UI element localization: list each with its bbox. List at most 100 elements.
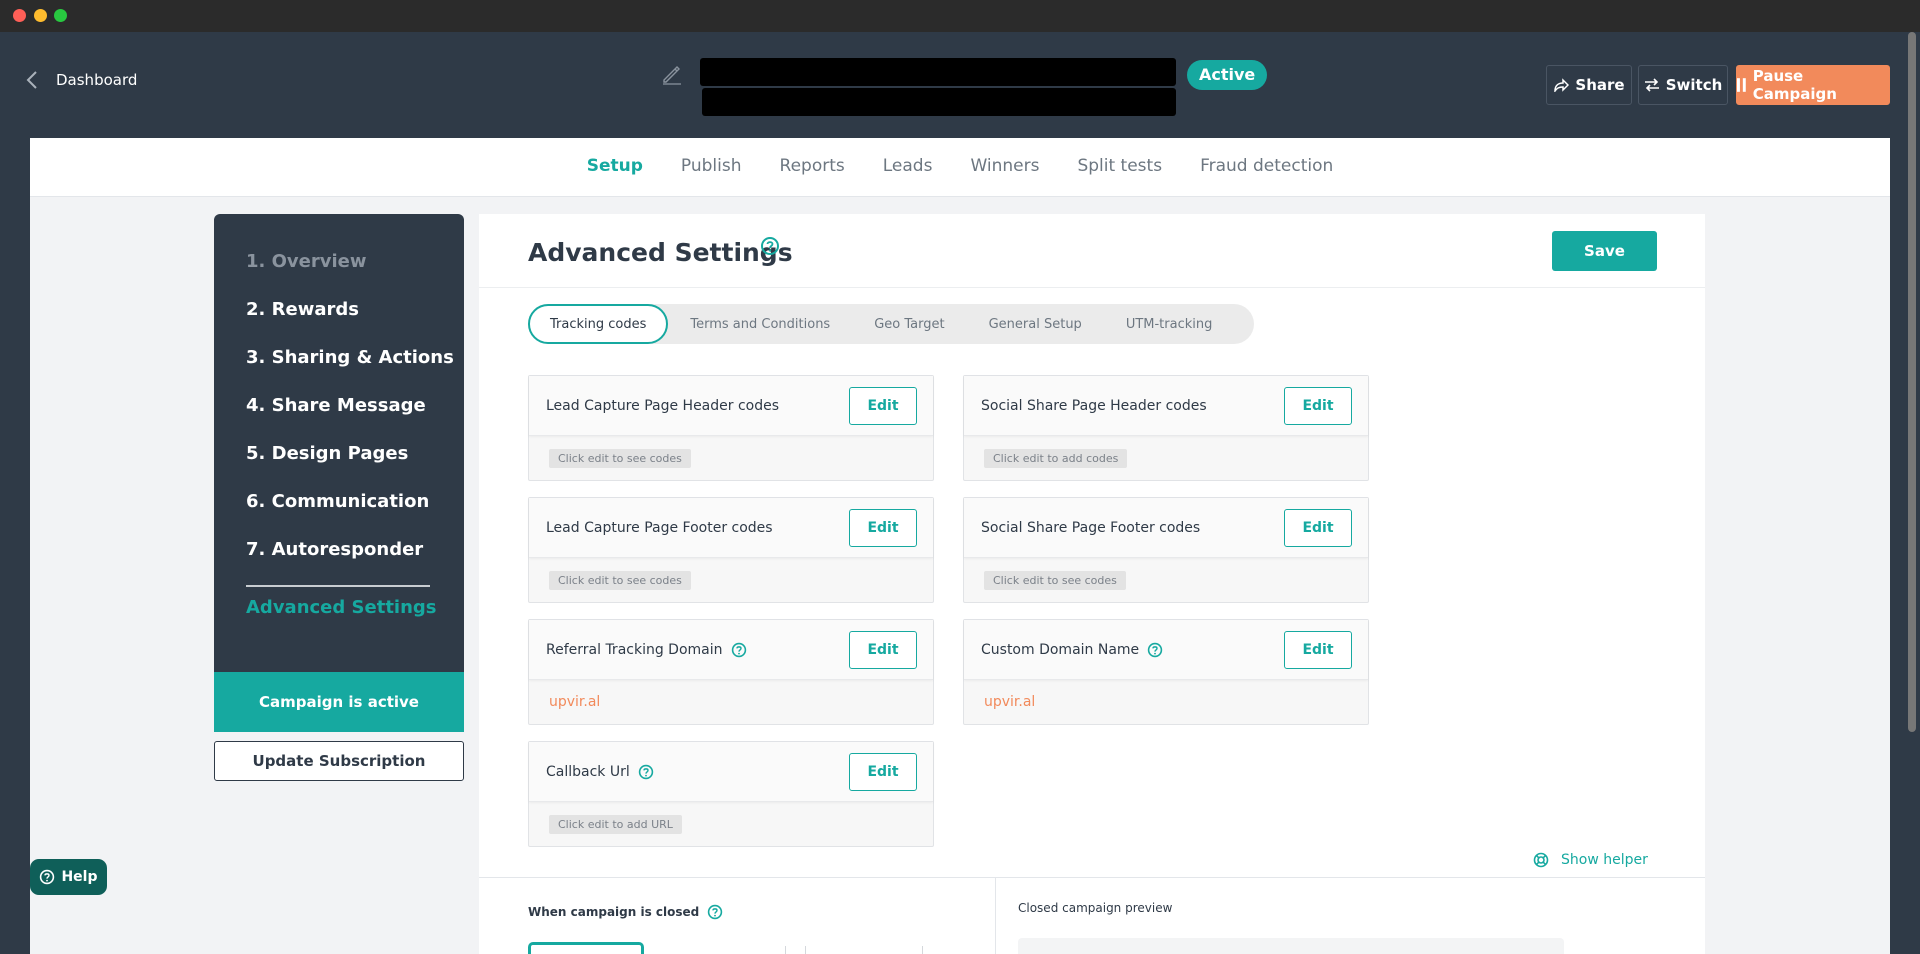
closed-campaign-label: When campaign is closed (528, 904, 723, 920)
sidebar-item-share-message[interactable]: 4. Share Message (246, 395, 426, 416)
option-separator (805, 946, 806, 954)
subtab-geo-target[interactable]: Geo Target (852, 317, 966, 332)
help-circle-icon[interactable] (638, 764, 654, 780)
sidebar-divider (246, 585, 430, 587)
campaign-name-redacted (700, 58, 1176, 86)
tab-publish[interactable]: Publish (681, 156, 742, 176)
card-value: Click edit to see codes (549, 570, 691, 590)
social-header-codes-card: Social Share Page Header codes Edit Clic… (963, 375, 1369, 481)
switch-button[interactable]: Switch (1638, 65, 1728, 105)
closed-campaign-text: When campaign is closed (528, 905, 700, 919)
edit-button[interactable]: Edit (1284, 509, 1352, 547)
back-label: Dashboard (56, 71, 138, 89)
subtab-utm-tracking[interactable]: UTM-tracking (1104, 317, 1235, 332)
tab-setup[interactable]: Setup (587, 156, 643, 176)
card-value: Click edit to add codes (984, 448, 1128, 468)
card-title: Lead Capture Page Footer codes (546, 519, 773, 536)
callback-url-card: Callback Url Edit Click edit to add URL (528, 741, 934, 847)
tab-leads[interactable]: Leads (883, 156, 933, 176)
card-value: upvir.al (984, 694, 1036, 710)
share-label: Share (1575, 76, 1625, 94)
pause-label: Pause Campaign (1752, 67, 1837, 103)
edit-button[interactable]: Edit (849, 753, 917, 791)
closed-option-selected[interactable] (528, 942, 644, 954)
advanced-settings-panel: Advanced Settings Save Tracking codes Te… (479, 214, 1705, 954)
column-divider (995, 877, 996, 954)
sidebar-item-design-pages[interactable]: 5. Design Pages (246, 443, 408, 464)
custom-domain-name-card: Custom Domain Name Edit upvir.al (963, 619, 1369, 725)
lead-footer-codes-card: Lead Capture Page Footer codes Edit Clic… (528, 497, 934, 603)
main-nav: Setup Publish Reports Leads Winners Spli… (30, 138, 1890, 197)
referral-tracking-domain-card: Referral Tracking Domain Edit upvir.al (528, 619, 934, 725)
page-title: Advanced Settings (528, 238, 793, 267)
card-value: Click edit to add URL (549, 814, 682, 834)
sidebar-item-autoresponder[interactable]: 7. Autoresponder (246, 539, 423, 560)
show-helper-link[interactable]: Show helper (1533, 852, 1648, 868)
show-helper-label: Show helper (1561, 852, 1648, 868)
share-icon (1554, 78, 1570, 92)
help-circle-icon (40, 869, 55, 885)
subtab-tracking-codes[interactable]: Tracking codes (528, 304, 669, 344)
subtab-terms-and-conditions[interactable]: Terms and Conditions (668, 317, 852, 332)
help-label: Help (61, 869, 98, 885)
help-circle-icon[interactable] (1147, 642, 1163, 658)
card-title: Referral Tracking Domain (546, 641, 723, 658)
save-button[interactable]: Save (1552, 231, 1657, 271)
edit-button[interactable]: Edit (849, 387, 917, 425)
tab-split-tests[interactable]: Split tests (1077, 156, 1162, 176)
closed-preview-label: Closed campaign preview (1018, 901, 1173, 915)
header-divider (479, 287, 1705, 288)
sidebar-item-overview[interactable]: 1. Overview (246, 251, 367, 272)
back-to-dashboard-link[interactable]: Dashboard (26, 70, 137, 90)
top-bar: Dashboard Active Share Switch Pause Camp… (0, 32, 1920, 137)
campaign-subtitle-redacted (702, 88, 1176, 116)
social-footer-codes-card: Social Share Page Footer codes Edit Clic… (963, 497, 1369, 603)
update-subscription-button[interactable]: Update Subscription (214, 741, 464, 781)
page-scrollbar[interactable] (1908, 32, 1916, 732)
help-circle-icon[interactable] (731, 642, 747, 658)
card-value: Click edit to see codes (984, 570, 1126, 590)
card-title: Lead Capture Page Header codes (546, 397, 780, 414)
sidebar-item-communication[interactable]: 6. Communication (246, 491, 429, 512)
help-button[interactable]: Help (30, 859, 107, 895)
tab-fraud-detection[interactable]: Fraud detection (1200, 156, 1333, 176)
switch-label: Switch (1665, 76, 1723, 94)
card-title: Custom Domain Name (981, 641, 1140, 658)
setup-steps-sidebar: 1. Overview 2. Rewards 3. Sharing & Acti… (214, 214, 464, 732)
option-separator (785, 946, 786, 954)
close-window-button[interactable] (13, 9, 26, 22)
help-circle-icon[interactable] (760, 236, 780, 256)
edit-pencil-icon[interactable] (660, 62, 684, 86)
card-value: Click edit to see codes (549, 448, 691, 468)
pause-icon (1737, 78, 1746, 92)
window-titlebar (0, 0, 1920, 32)
edit-button[interactable]: Edit (1284, 387, 1352, 425)
closed-campaign-preview (1018, 938, 1564, 954)
minimize-window-button[interactable] (34, 9, 47, 22)
card-title: Social Share Page Footer codes (981, 519, 1201, 536)
pause-campaign-button[interactable]: Pause Campaign (1736, 65, 1890, 105)
help-circle-icon[interactable] (707, 904, 723, 920)
sidebar-item-sharing-actions[interactable]: 3. Sharing & Actions (246, 347, 454, 368)
subtab-general-setup[interactable]: General Setup (967, 317, 1104, 332)
section-divider (479, 877, 1705, 878)
card-value: upvir.al (549, 694, 601, 710)
lifebuoy-icon (1533, 852, 1549, 868)
option-separator (922, 946, 923, 954)
settings-subtabs: Tracking codes Terms and Conditions Geo … (528, 304, 1255, 344)
edit-button[interactable]: Edit (849, 509, 917, 547)
share-button[interactable]: Share (1546, 65, 1632, 105)
card-title: Social Share Page Header codes (981, 397, 1207, 414)
lead-header-codes-card: Lead Capture Page Header codes Edit Clic… (528, 375, 934, 481)
maximize-window-button[interactable] (54, 9, 67, 22)
chevron-left-icon (26, 71, 37, 89)
sidebar-item-rewards[interactable]: 2. Rewards (246, 299, 359, 320)
edit-button[interactable]: Edit (1284, 631, 1352, 669)
tab-reports[interactable]: Reports (780, 156, 845, 176)
card-title: Callback Url (546, 763, 630, 780)
edit-button[interactable]: Edit (849, 631, 917, 669)
tab-winners[interactable]: Winners (970, 156, 1039, 176)
campaign-status-banner: Campaign is active (214, 672, 464, 732)
sidebar-item-advanced-settings[interactable]: Advanced Settings (246, 597, 437, 618)
switch-arrows-icon (1644, 78, 1659, 92)
